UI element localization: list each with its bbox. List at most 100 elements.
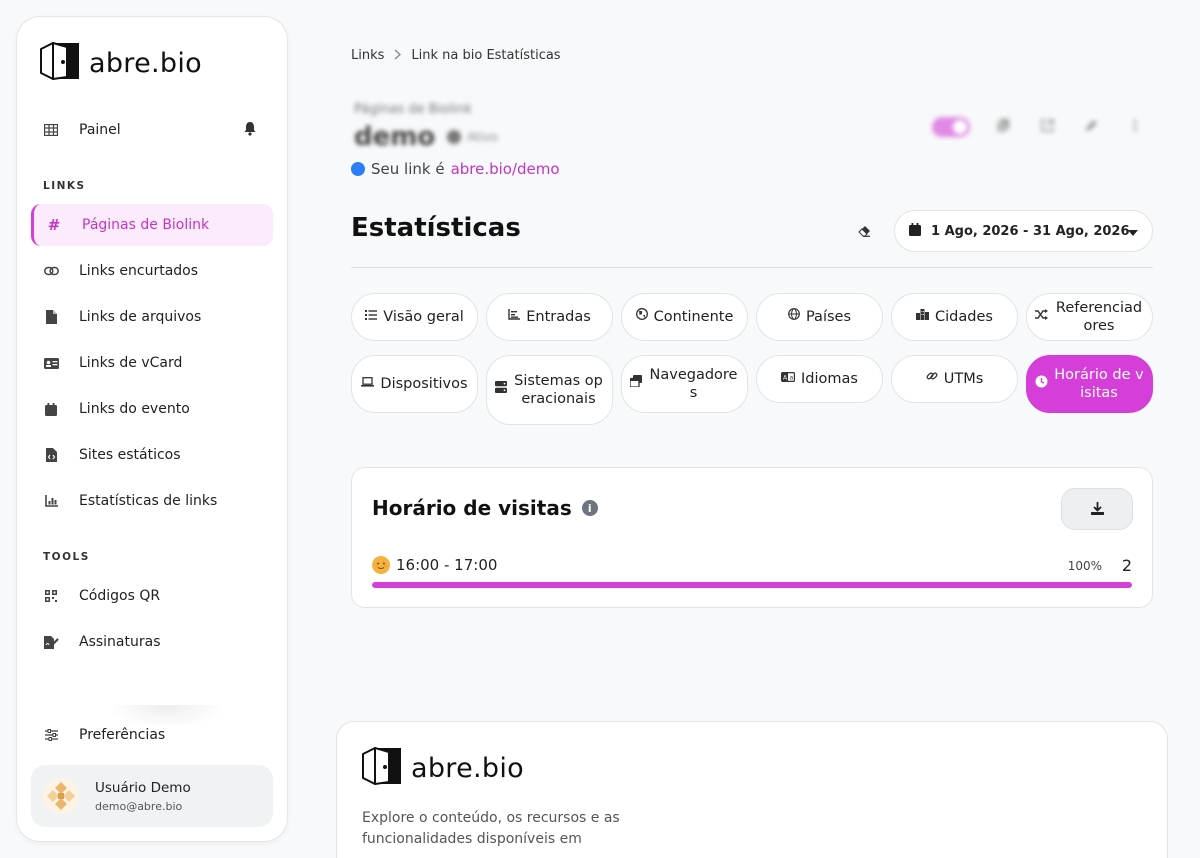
bell-icon[interactable] (243, 121, 257, 140)
sidebar-item-label: Estatísticas de links (79, 493, 218, 509)
download-icon (1090, 500, 1104, 519)
tab-label: Sistemas operacionais (514, 373, 603, 407)
status-dot-icon (447, 130, 462, 144)
city-icon (916, 308, 930, 326)
shuffle-icon (1035, 308, 1048, 326)
external-link-icon[interactable] (1036, 118, 1058, 136)
tab-devices[interactable]: Dispositivos (351, 355, 478, 413)
user-email: demo@abre.bio (95, 799, 183, 813)
tab-utms[interactable]: UTMs (891, 355, 1018, 403)
sidebar-item-vcard-links[interactable]: Links de vCard (31, 342, 273, 384)
tab-browsers[interactable]: Navegadores (621, 355, 748, 413)
biolink-url[interactable]: abre.bio/demo (451, 160, 560, 178)
caret-down-icon (1128, 226, 1138, 241)
tab-cities[interactable]: Cidades (891, 293, 1018, 341)
sun-face-icon (372, 556, 390, 574)
sliders-icon (31, 729, 71, 741)
biolink-url-line: Seu link é abre.bio/demo (351, 160, 560, 178)
sidebar-item-painel[interactable]: Painel (31, 109, 273, 151)
sidebar-item-biolink-pages[interactable]: # Páginas de Biolink (31, 204, 273, 246)
page-title-text: demo (354, 122, 436, 152)
svg-text:a: a (790, 375, 794, 382)
tab-label: Referenciadores (1055, 300, 1143, 334)
grid-table-icon (31, 124, 71, 136)
hour-percent: 100% (1067, 559, 1102, 573)
status-badge: Ativo (447, 130, 498, 144)
globe-icon (788, 308, 800, 326)
divider (351, 267, 1153, 268)
breadcrumb-root-link[interactable]: Links (351, 48, 384, 63)
tab-label: Continente (653, 309, 734, 325)
globe-americas-icon (635, 308, 648, 326)
visit-hours-card: Horário de visitas i 16:00 - 17:00 100% … (351, 467, 1153, 608)
section-title-tools: TOOLS (43, 551, 90, 563)
date-range-picker[interactable]: 1 Ago, 2026 - 31 Ago, 2026 (894, 210, 1153, 252)
footer-description: Explore o conteúdo, os recursos e as fun… (362, 810, 620, 847)
progress-fill (372, 582, 1132, 588)
sidebar-item-file-links[interactable]: Links de arquivos (31, 296, 273, 338)
sidebar-item-signatures[interactable]: Assinaturas (31, 621, 273, 663)
footer-brand-logo[interactable]: abre.bio (361, 746, 524, 790)
calendar-icon (31, 402, 71, 416)
avatar (43, 778, 79, 814)
page-title: demo Ativo (354, 122, 498, 152)
tab-referrers[interactable]: Referenciadores (1026, 293, 1153, 341)
sidebar-item-static-sites[interactable]: Sites estáticos (31, 434, 273, 476)
info-icon[interactable]: i (581, 500, 598, 516)
tab-label: Países (805, 309, 852, 325)
tab-label: UTMs (943, 371, 984, 387)
tab-operating-systems[interactable]: Sistemas operacionais (486, 355, 613, 425)
signature-icon (31, 635, 71, 649)
id-card-icon (31, 357, 71, 369)
sidebar-item-label: Links encurtados (79, 263, 199, 279)
sidebar-item-event-links[interactable]: Links do evento (31, 388, 273, 430)
sidebar-item-preferences[interactable]: Preferências (31, 714, 273, 756)
sidebar-item-label: Códigos QR (79, 588, 161, 604)
chevron-right-icon (394, 48, 402, 63)
user-card[interactable]: Usuário Demo demo@abre.bio (31, 765, 273, 827)
pencil-icon[interactable] (1080, 119, 1102, 136)
active-toggle[interactable] (932, 117, 970, 137)
bar-chart-icon (508, 308, 521, 326)
eraser-icon[interactable] (858, 222, 871, 241)
link-icon (926, 370, 938, 388)
more-vertical-icon[interactable] (1124, 119, 1146, 136)
windows-icon (629, 375, 642, 393)
tab-overview[interactable]: Visão geral (351, 293, 478, 341)
sidebar-item-short-links[interactable]: Links encurtados (31, 250, 273, 292)
brand-logo[interactable]: abre.bio (39, 41, 202, 85)
code-file-icon (31, 448, 71, 462)
stats-tabs: Visão geral Entradas Continente Países C… (351, 293, 1153, 425)
tab-countries[interactable]: Países (756, 293, 883, 341)
sidebar-item-label: Links do evento (79, 401, 190, 417)
sidebar-item-label: Páginas de Biolink (82, 217, 210, 233)
brand-name: abre.bio (411, 752, 524, 784)
copy-icon[interactable] (992, 118, 1014, 136)
card-title: Horário de visitas i (372, 496, 598, 520)
tab-label: Navegadores (649, 367, 738, 401)
sidebar-item-label: Preferências (79, 727, 166, 743)
tab-label: Dispositivos (380, 376, 468, 392)
clock-icon (1035, 375, 1048, 394)
tab-entries[interactable]: Entradas (486, 293, 613, 341)
language-icon: Aa (781, 370, 796, 388)
laptop-icon (361, 375, 375, 393)
sidebar-item-link-stats[interactable]: Estatísticas de links (31, 480, 273, 522)
card-title-text: Horário de visitas (372, 496, 572, 520)
stats-title: Estatísticas (351, 213, 521, 243)
download-button[interactable] (1061, 488, 1133, 530)
brand-name: abre.bio (89, 47, 202, 79)
tab-continent[interactable]: Continente (621, 293, 748, 341)
chart-icon (31, 495, 71, 507)
progress-track (372, 582, 1132, 588)
tab-languages[interactable]: Aa Idiomas (756, 355, 883, 403)
sidebar-item-label: Painel (79, 122, 121, 138)
calendar-icon (909, 222, 921, 240)
hash-icon: # (47, 216, 61, 234)
sidebar-item-label: Assinaturas (79, 634, 161, 650)
tab-visit-hours[interactable]: Horário de visitas (1026, 355, 1153, 413)
sidebar-item-qr-codes[interactable]: Códigos QR (31, 575, 273, 617)
sidebar-item-label: Links de vCard (79, 355, 183, 371)
sidebar: abre.bio Painel LINKS # Páginas de Bioli… (16, 16, 288, 842)
file-icon (31, 310, 71, 324)
